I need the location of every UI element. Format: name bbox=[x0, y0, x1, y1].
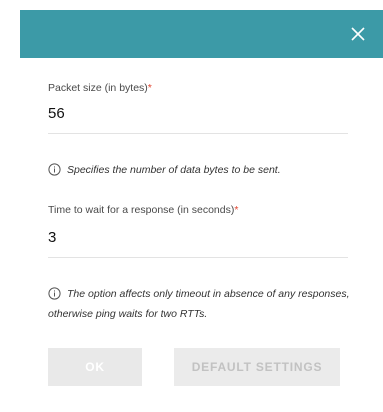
info-icon bbox=[48, 163, 61, 176]
dialog-header bbox=[20, 10, 383, 58]
packet-size-input[interactable]: 56 bbox=[48, 105, 65, 122]
close-button[interactable] bbox=[347, 23, 369, 45]
required-mark: * bbox=[234, 204, 239, 216]
timeout-hint-text: The option affects only timeout in absen… bbox=[48, 288, 350, 320]
ping-settings-dialog: Packet size (in bytes)* 56 Specifies the… bbox=[0, 0, 383, 412]
close-icon bbox=[351, 27, 365, 41]
timeout-input[interactable]: 3 bbox=[48, 229, 56, 246]
timeout-underline bbox=[48, 257, 348, 258]
timeout-label: Time to wait for a response (in seconds)… bbox=[48, 204, 238, 216]
packet-size-hint: Specifies the number of data bytes to be… bbox=[48, 160, 368, 180]
packet-size-label: Packet size (in bytes)* bbox=[48, 82, 152, 94]
timeout-label-text: Time to wait for a response (in seconds) bbox=[48, 204, 235, 216]
required-mark: * bbox=[147, 82, 152, 94]
ok-button[interactable]: OK bbox=[48, 348, 142, 386]
info-icon bbox=[48, 287, 61, 300]
timeout-hint: The option affects only timeout in absen… bbox=[48, 284, 368, 324]
packet-size-underline bbox=[48, 133, 348, 134]
packet-size-hint-text: Specifies the number of data bytes to be… bbox=[67, 164, 281, 176]
packet-size-label-text: Packet size (in bytes) bbox=[48, 82, 148, 94]
default-settings-button[interactable]: DEFAULT SETTINGS bbox=[174, 348, 340, 386]
